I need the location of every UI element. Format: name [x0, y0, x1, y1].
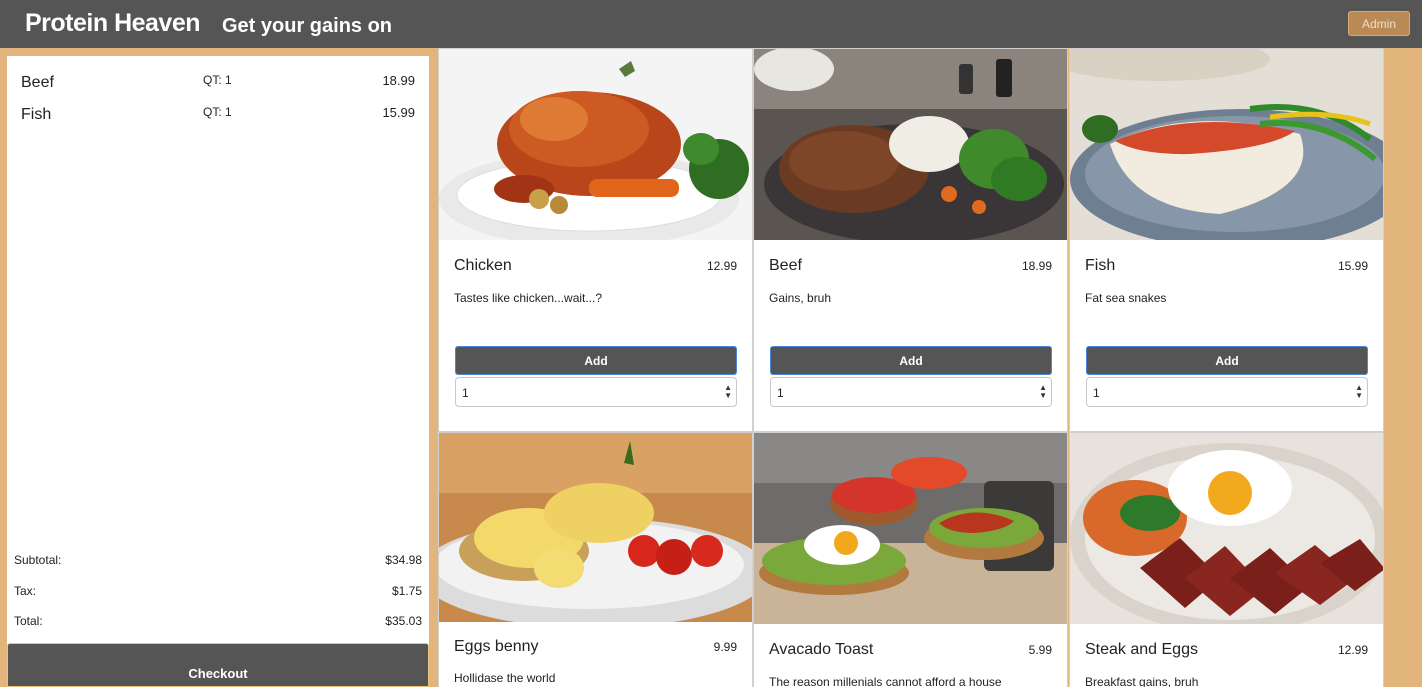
product-title: Steak and Eggs — [1085, 641, 1198, 658]
steak-and-eggs-image — [1070, 433, 1383, 624]
product-description: Tastes like chicken...wait...? — [454, 291, 603, 305]
cart-item: Fish QT: 1 15.99 — [7, 105, 429, 128]
eggs-benny-image — [439, 433, 752, 622]
top-navbar: Protein Heaven Get your gains on Admin — [0, 0, 1422, 48]
product-price: 15.99 — [1337, 259, 1368, 273]
product-card: Eggs benny 9.99 Hollidase the world — [438, 432, 753, 687]
product-card: Chicken 12.99 Tastes like chicken...wait… — [438, 48, 753, 432]
product-title: Fish — [1085, 257, 1116, 274]
quantity-value: 1 — [462, 386, 469, 400]
admin-button[interactable]: Admin — [1348, 11, 1410, 36]
product-card: Beef 18.99 Gains, bruh Add 1 ▲ ▼ — [753, 48, 1068, 432]
total-value: $35.03 — [385, 614, 422, 628]
select-arrows-icon: ▲ ▼ — [724, 383, 732, 400]
add-to-cart-button[interactable]: Add — [1086, 346, 1368, 375]
product-title: Beef — [769, 257, 802, 274]
select-arrows-icon: ▲ ▼ — [1039, 383, 1047, 400]
checkout-button[interactable]: Checkout — [7, 643, 429, 687]
product-description: The reason millenials cannot afford a ho… — [769, 675, 1002, 687]
product-price: 9.99 — [713, 640, 737, 654]
product-description: Fat sea snakes — [1085, 291, 1167, 305]
cart-item: Beef QT: 1 18.99 — [7, 73, 429, 96]
cart-item-name: Fish — [21, 106, 52, 123]
quantity-select[interactable]: 1 ▲ ▼ — [455, 377, 737, 407]
quantity-value: 1 — [777, 386, 784, 400]
product-description: Gains, bruh — [769, 291, 832, 305]
fish-image — [1070, 49, 1383, 240]
product-description: Hollidase the world — [454, 671, 556, 685]
cart-item-price: 18.99 — [382, 73, 415, 88]
cart-item-qty: QT: 1 — [203, 105, 232, 119]
cart-panel: Beef QT: 1 18.99 Fish QT: 1 15.99 Subtot… — [7, 56, 429, 687]
quantity-select[interactable]: 1 ▲ ▼ — [1086, 377, 1368, 407]
total-label: Total: — [14, 614, 43, 628]
product-price: 18.99 — [1021, 259, 1052, 273]
cart-item-name: Beef — [21, 74, 54, 91]
quantity-select[interactable]: 1 ▲ ▼ — [770, 377, 1052, 407]
cart-item-qty: QT: 1 — [203, 73, 232, 87]
tax-value: $1.75 — [391, 584, 422, 598]
subtotal-label: Subtotal: — [14, 553, 62, 567]
add-to-cart-button[interactable]: Add — [455, 346, 737, 375]
product-title: Chicken — [454, 257, 512, 274]
chicken-image — [439, 49, 752, 240]
brand-title[interactable]: Protein Heaven — [25, 9, 201, 38]
product-price: 5.99 — [1028, 643, 1052, 657]
add-to-cart-button[interactable]: Add — [770, 346, 1052, 375]
product-title: Avacado Toast — [769, 641, 874, 658]
product-price: 12.99 — [706, 259, 737, 273]
avocado-toast-image — [754, 433, 1067, 624]
product-description: Breakfast gains, bruh — [1085, 675, 1199, 687]
product-card: Fish 15.99 Fat sea snakes Add 1 ▲ ▼ — [1069, 48, 1384, 432]
beef-image — [754, 49, 1067, 240]
subtotal-value: $34.98 — [385, 553, 422, 567]
product-card: Steak and Eggs 12.99 Breakfast gains, br… — [1069, 432, 1384, 687]
product-title: Eggs benny — [454, 638, 539, 655]
cart-item-price: 15.99 — [382, 105, 415, 120]
quantity-value: 1 — [1093, 386, 1100, 400]
tax-label: Tax: — [14, 584, 37, 598]
product-card: Avacado Toast 5.99 The reason millenials… — [753, 432, 1068, 687]
tagline: Get your gains on — [222, 15, 393, 37]
product-price: 12.99 — [1337, 643, 1368, 657]
select-arrows-icon: ▲ ▼ — [1355, 383, 1363, 400]
